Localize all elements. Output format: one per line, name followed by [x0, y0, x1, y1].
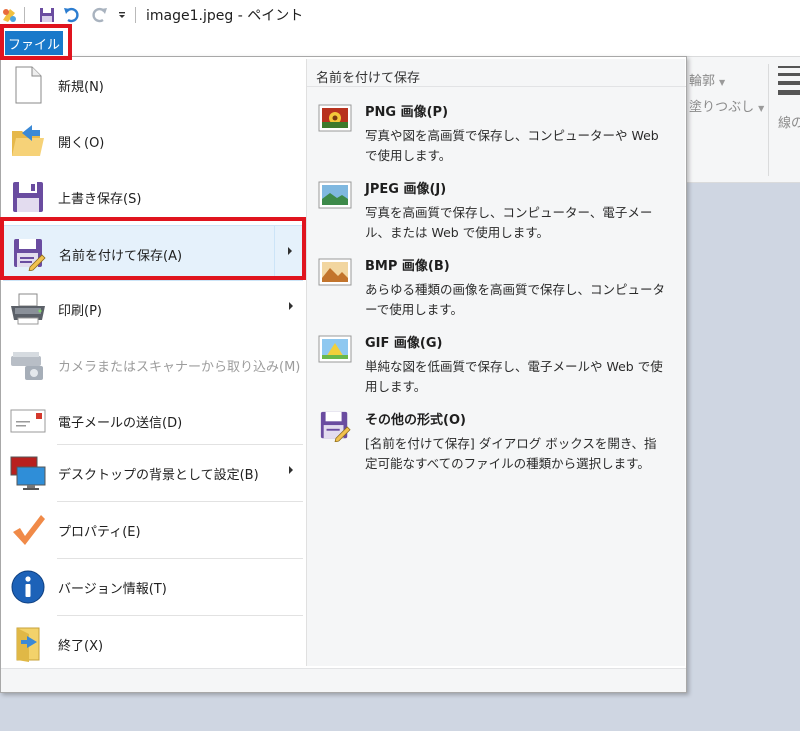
info-icon: [8, 567, 48, 607]
chevron-right-icon: [288, 247, 292, 255]
menu-item-label: プロパティ(E): [58, 525, 141, 540]
qat-separator: [135, 7, 136, 23]
scanner-icon: [8, 345, 48, 385]
submenu-item-title: JPEG 画像(J): [365, 182, 447, 197]
file-menu-commands: 新規(N) 開く(O) 上書き保存(S) 名前を付けて保存(A) 印刷(P) カ…: [1, 57, 305, 668]
submenu-item-description: あらゆる種類の画像を高画質で保存し、コンピューターで使用します。: [365, 282, 666, 317]
menu-item-label: バージョン情報(T): [58, 582, 167, 597]
gif-image-icon: [317, 334, 353, 364]
menu-item-new[interactable]: 新規(N): [3, 57, 303, 113]
menu-item-label: 上書き保存(S): [58, 192, 142, 207]
qat-dropdown-icon[interactable]: [112, 5, 132, 25]
menu-item-send-email[interactable]: 電子メールの送信(D): [3, 393, 303, 449]
title-bar: image1.jpeg - ペイント: [0, 0, 800, 30]
menu-item-label: 終了(X): [58, 639, 104, 654]
menu-item-label: 印刷(P): [58, 304, 102, 319]
chevron-down-icon: ▼: [758, 104, 765, 113]
menu-footer: [1, 668, 686, 692]
new-document-icon: [8, 65, 48, 105]
paint-app-icon[interactable]: [0, 5, 20, 25]
menu-item-exit[interactable]: 終了(X): [3, 616, 303, 672]
menu-item-label: 開く(O): [58, 136, 105, 151]
checkmark-icon: [8, 510, 48, 550]
outline-label: 輪郭: [689, 74, 716, 89]
chevron-right-icon: [289, 302, 293, 310]
submenu-item-description: 単純な図を低画質で保存し、電子メールや Web で使用します。: [365, 359, 663, 394]
menu-item-label: 名前を付けて保存(A): [59, 249, 183, 264]
png-image-icon: [317, 103, 353, 133]
menu-item-save[interactable]: 上書き保存(S): [3, 169, 303, 225]
submenu-item-title: BMP 画像(B): [365, 259, 450, 274]
printer-icon: [8, 289, 48, 329]
submenu-item-title: PNG 画像(P): [365, 105, 449, 120]
exit-icon: [8, 624, 48, 664]
save-as-icon: [9, 234, 49, 274]
line-width-icon[interactable]: [778, 66, 800, 95]
line-width-label: 線の: [778, 116, 800, 131]
fill-dropdown[interactable]: 塗りつぶし ▼: [689, 96, 764, 115]
ribbon-divider: [768, 64, 769, 176]
chevron-down-icon: ▼: [719, 78, 726, 87]
submenu-item-title: GIF 画像(G): [365, 336, 443, 351]
submenu-title: 名前を付けて保存: [307, 59, 686, 87]
save-as-bmp[interactable]: BMP 画像(B) あらゆる種類の画像を高画質で保存し、コンピューターで使用しま…: [315, 255, 677, 325]
desktop-background-icon: [8, 453, 48, 493]
jpeg-image-icon: [317, 180, 353, 210]
submenu-item-description: 写真や図を高画質で保存し、コンピューターや Web で使用します。: [365, 128, 659, 163]
menu-item-about[interactable]: バージョン情報(T): [3, 559, 303, 615]
save-as-gif[interactable]: GIF 画像(G) 単純な図を低画質で保存し、電子メールや Web で使用します…: [315, 332, 677, 402]
save-as-other-formats[interactable]: その他の形式(O) [名前を付けて保存] ダイアログ ボックスを開き、指定可能な…: [315, 409, 677, 479]
save-icon[interactable]: [37, 5, 57, 25]
open-folder-icon: [8, 121, 48, 161]
email-icon: [8, 401, 48, 441]
bmp-image-icon: [317, 257, 353, 287]
save-disk-icon: [8, 177, 48, 217]
menu-item-label: 電子メールの送信(D): [58, 416, 183, 431]
submenu-item-description: [名前を付けて保存] ダイアログ ボックスを開き、指定可能なすべてのファイルの種…: [365, 436, 657, 471]
save-as-jpeg[interactable]: JPEG 画像(J) 写真を高画質で保存し、コンピューター、電子メール、または …: [315, 178, 677, 248]
file-menu: 新規(N) 開く(O) 上書き保存(S) 名前を付けて保存(A) 印刷(P) カ…: [0, 56, 687, 693]
undo-icon[interactable]: [62, 5, 82, 25]
submenu-item-description: 写真を高画質で保存し、コンピューター、電子メール、または Web で使用します。: [365, 205, 653, 240]
menu-item-save-as[interactable]: 名前を付けて保存(A): [3, 225, 303, 281]
submenu-item-title: その他の形式(O): [365, 413, 466, 428]
chevron-right-icon: [289, 466, 293, 474]
redo-icon[interactable]: [89, 5, 109, 25]
menu-item-set-desktop-background[interactable]: デスクトップの背景として設定(B): [3, 445, 303, 501]
file-tab[interactable]: ファイル: [5, 31, 63, 55]
other-formats-icon: [317, 411, 353, 442]
menu-item-properties[interactable]: プロパティ(E): [3, 502, 303, 558]
fill-label: 塗りつぶし: [689, 100, 755, 115]
save-as-submenu: 名前を付けて保存 PNG 画像(P) 写真や図を高画質で保存し、コンピューターや…: [306, 59, 686, 666]
menu-item-open[interactable]: 開く(O): [3, 113, 303, 169]
save-as-png[interactable]: PNG 画像(P) 写真や図を高画質で保存し、コンピューターや Web で使用し…: [315, 101, 677, 171]
menu-item-label: デスクトップの背景として設定(B): [58, 468, 259, 483]
outline-dropdown[interactable]: 輪郭 ▼: [689, 70, 725, 89]
ribbon-tab-bar: ファイル: [0, 30, 800, 57]
menu-item-print[interactable]: 印刷(P): [3, 281, 303, 337]
qat-separator: [24, 7, 25, 23]
menu-item-label: カメラまたはスキャナーから取り込み(M): [58, 360, 301, 375]
window-title: image1.jpeg - ペイント: [146, 8, 304, 24]
menu-item-scanner-import: カメラまたはスキャナーから取り込み(M): [3, 337, 303, 393]
menu-item-label: 新規(N): [58, 80, 104, 95]
